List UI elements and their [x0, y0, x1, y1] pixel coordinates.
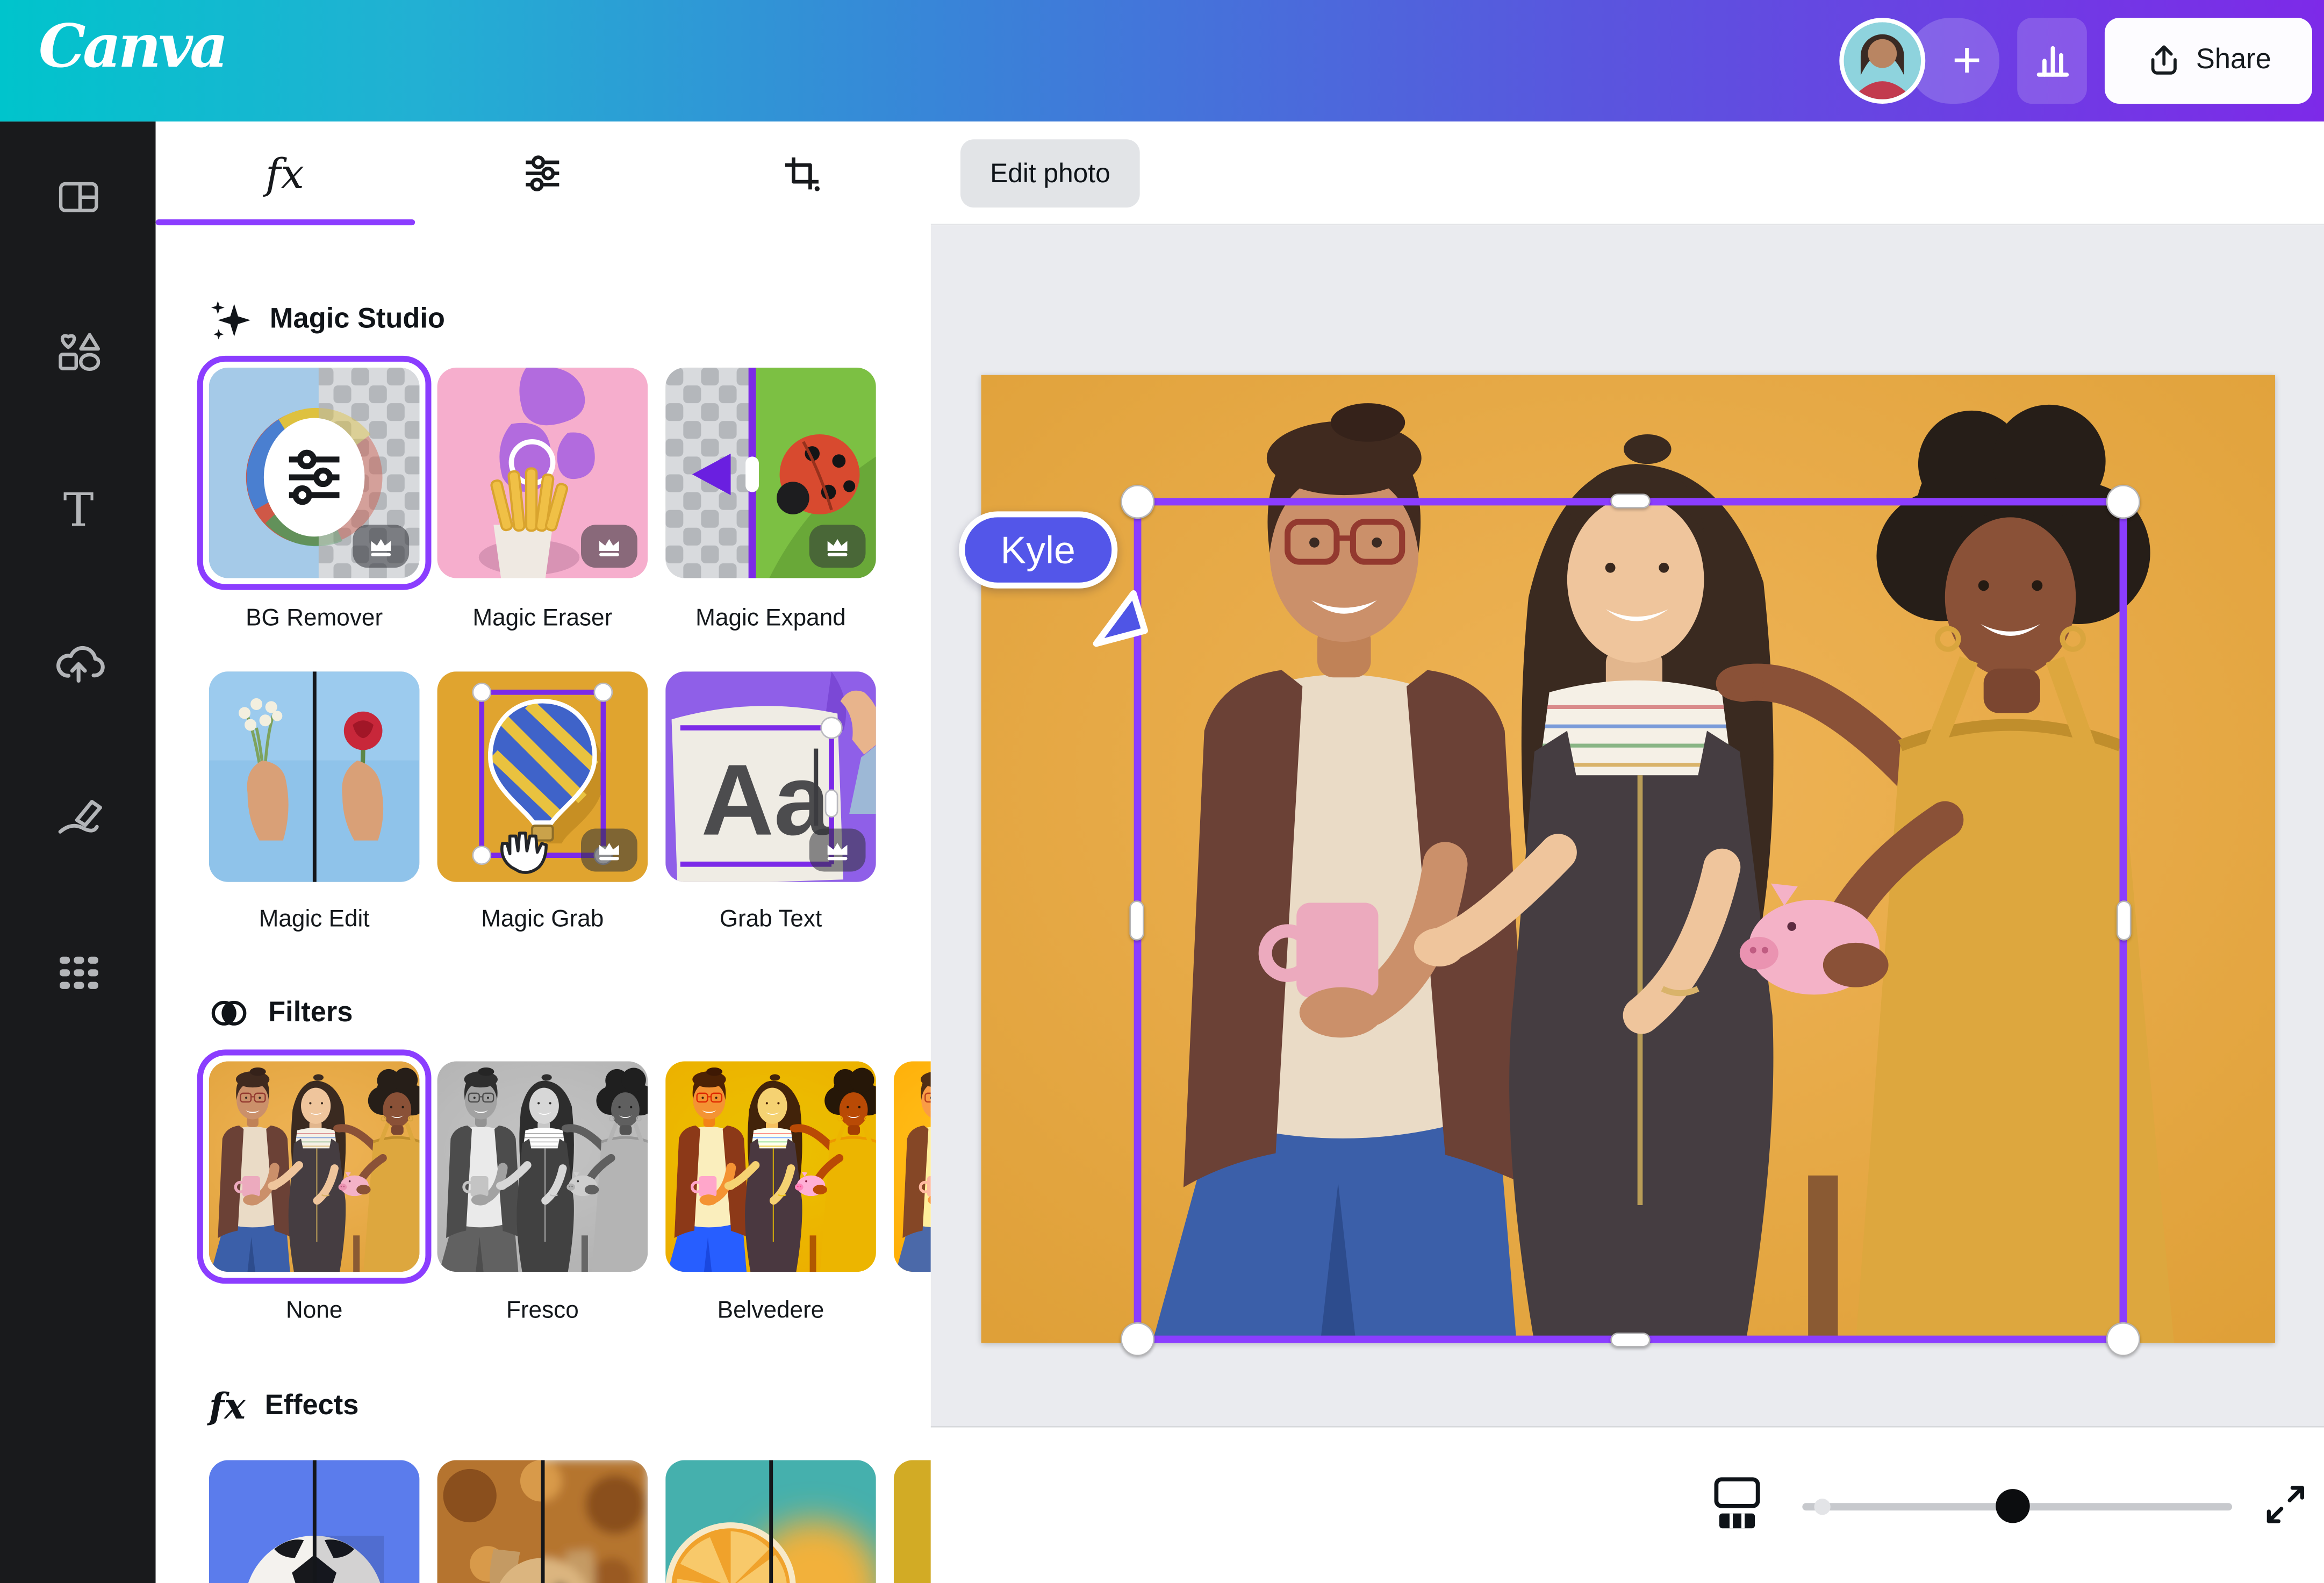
filter-none[interactable] — [209, 1062, 420, 1272]
fx-icon: fx — [266, 149, 304, 198]
filters-header: Filters — [209, 993, 353, 1033]
resize-handle-bottom[interactable] — [1610, 1333, 1650, 1348]
tool-label: Magic Grab — [437, 907, 648, 934]
elements-shapes-icon — [53, 327, 103, 378]
edit-photo-button[interactable]: Edit photo — [960, 139, 1140, 207]
sidebar-item-elements[interactable] — [0, 299, 156, 406]
object-panel-rail: T — [0, 121, 156, 1583]
collaborator-cursor-icon — [1085, 587, 1156, 658]
share-label: Share — [2196, 45, 2271, 77]
top-bar: Canva + — [0, 0, 2324, 121]
photo-page[interactable] — [981, 375, 2275, 1343]
fullscreen-button[interactable] — [2256, 1460, 2315, 1549]
zoom-slider-detent — [1814, 1499, 1830, 1515]
grid-view-button[interactable] — [1702, 1463, 1773, 1546]
tool-magic-eraser[interactable] — [437, 368, 648, 578]
resize-handle-bottom-right[interactable] — [2106, 1322, 2140, 1356]
resize-handle-top-left[interactable] — [1121, 485, 1154, 519]
share-upload-icon — [2146, 43, 2181, 78]
fx-icon: fx — [209, 1385, 246, 1428]
design-icon — [54, 174, 102, 221]
expand-icon — [2263, 1482, 2308, 1527]
draw-pen-icon — [51, 790, 104, 843]
resize-handle-top[interactable] — [1610, 493, 1650, 508]
canva-logo[interactable]: Canva — [39, 12, 225, 82]
collaborator-label: Kyle — [959, 511, 1117, 588]
filter-label: Belvedere — [665, 1299, 876, 1326]
tool-bg-remover[interactable] — [209, 368, 420, 578]
sidebar-item-draw[interactable] — [0, 763, 156, 870]
resize-handle-top-right[interactable] — [2106, 485, 2140, 519]
canvas-area[interactable]: Kyle — [931, 225, 2324, 1427]
resize-handle-right[interactable] — [2117, 900, 2132, 940]
filter-label: None — [209, 1299, 420, 1326]
effect-duotone[interactable] — [665, 1460, 876, 1583]
plus-icon: + — [1952, 32, 1982, 90]
pro-crown-badge — [809, 829, 866, 872]
magic-studio-header: Magic Studio — [209, 299, 445, 341]
zoom-slider-thumb[interactable] — [1996, 1489, 2030, 1523]
bar-chart-icon — [2030, 39, 2075, 83]
effect-partial[interactable] — [894, 1460, 931, 1583]
sidebar-item-uploads[interactable] — [0, 611, 156, 718]
pro-crown-badge — [581, 525, 637, 568]
pro-crown-badge — [353, 525, 409, 568]
zoom-slider[interactable] — [1802, 1497, 2232, 1515]
tool-magic-edit[interactable] — [209, 671, 420, 882]
tool-label: Magic Edit — [209, 907, 420, 934]
avatar[interactable] — [1839, 18, 1925, 104]
sidebar-item-design[interactable] — [0, 144, 156, 250]
share-button[interactable]: Share — [2105, 18, 2312, 104]
tool-label: Grab Text — [665, 907, 876, 934]
pages-icon — [1712, 1475, 1762, 1534]
tool-grab-text[interactable]: Aa — [665, 671, 876, 882]
cloud-upload-icon — [51, 638, 104, 691]
insights-button[interactable] — [2017, 18, 2087, 104]
effects-header: fx Effects — [209, 1385, 359, 1428]
effect-shadows[interactable] — [209, 1460, 420, 1583]
filter-belvedere[interactable] — [665, 1062, 876, 1272]
panel-tabs: fx — [156, 121, 931, 225]
sidebar-item-apps[interactable] — [0, 919, 156, 1026]
tab-adjust[interactable] — [414, 121, 672, 225]
filter-label: Fresco — [437, 1299, 648, 1326]
active-tab-indicator — [156, 219, 415, 225]
tool-label: Magic Expand — [665, 606, 876, 633]
tab-crop[interactable] — [672, 121, 931, 225]
filters-icon — [209, 993, 249, 1033]
sparkle-icon — [209, 299, 250, 341]
effect-blur[interactable] — [437, 1460, 648, 1583]
context-toolbar: Edit photo — [931, 121, 2324, 225]
resize-handle-left[interactable] — [1129, 900, 1144, 940]
canva-app: Canva + — [0, 0, 2324, 1583]
tool-magic-grab[interactable] — [437, 671, 648, 882]
filter-partial[interactable] — [894, 1062, 931, 1272]
tab-effects[interactable]: fx — [156, 121, 414, 225]
tool-label: BG Remover — [209, 606, 420, 633]
svg-text:T: T — [62, 484, 93, 534]
text-icon: T — [53, 483, 103, 534]
tool-magic-expand[interactable] — [665, 368, 876, 578]
filter-fresco[interactable] — [437, 1062, 648, 1272]
sidebar-item-text[interactable]: T — [0, 455, 156, 562]
crop-icon — [779, 151, 824, 196]
tool-label: Magic Eraser — [437, 606, 648, 633]
adjust-sliders-icon — [521, 151, 565, 196]
bottom-bar — [931, 1428, 2324, 1583]
edit-photo-panel: fx — [156, 121, 931, 1583]
workspace: Edit photo Kyle — [931, 121, 2324, 1583]
account-group: + — [1839, 18, 1999, 104]
pro-crown-badge — [809, 525, 866, 568]
pro-crown-badge — [581, 829, 637, 872]
resize-handle-bottom-left[interactable] — [1121, 1322, 1154, 1356]
apps-grid-icon — [53, 947, 103, 998]
